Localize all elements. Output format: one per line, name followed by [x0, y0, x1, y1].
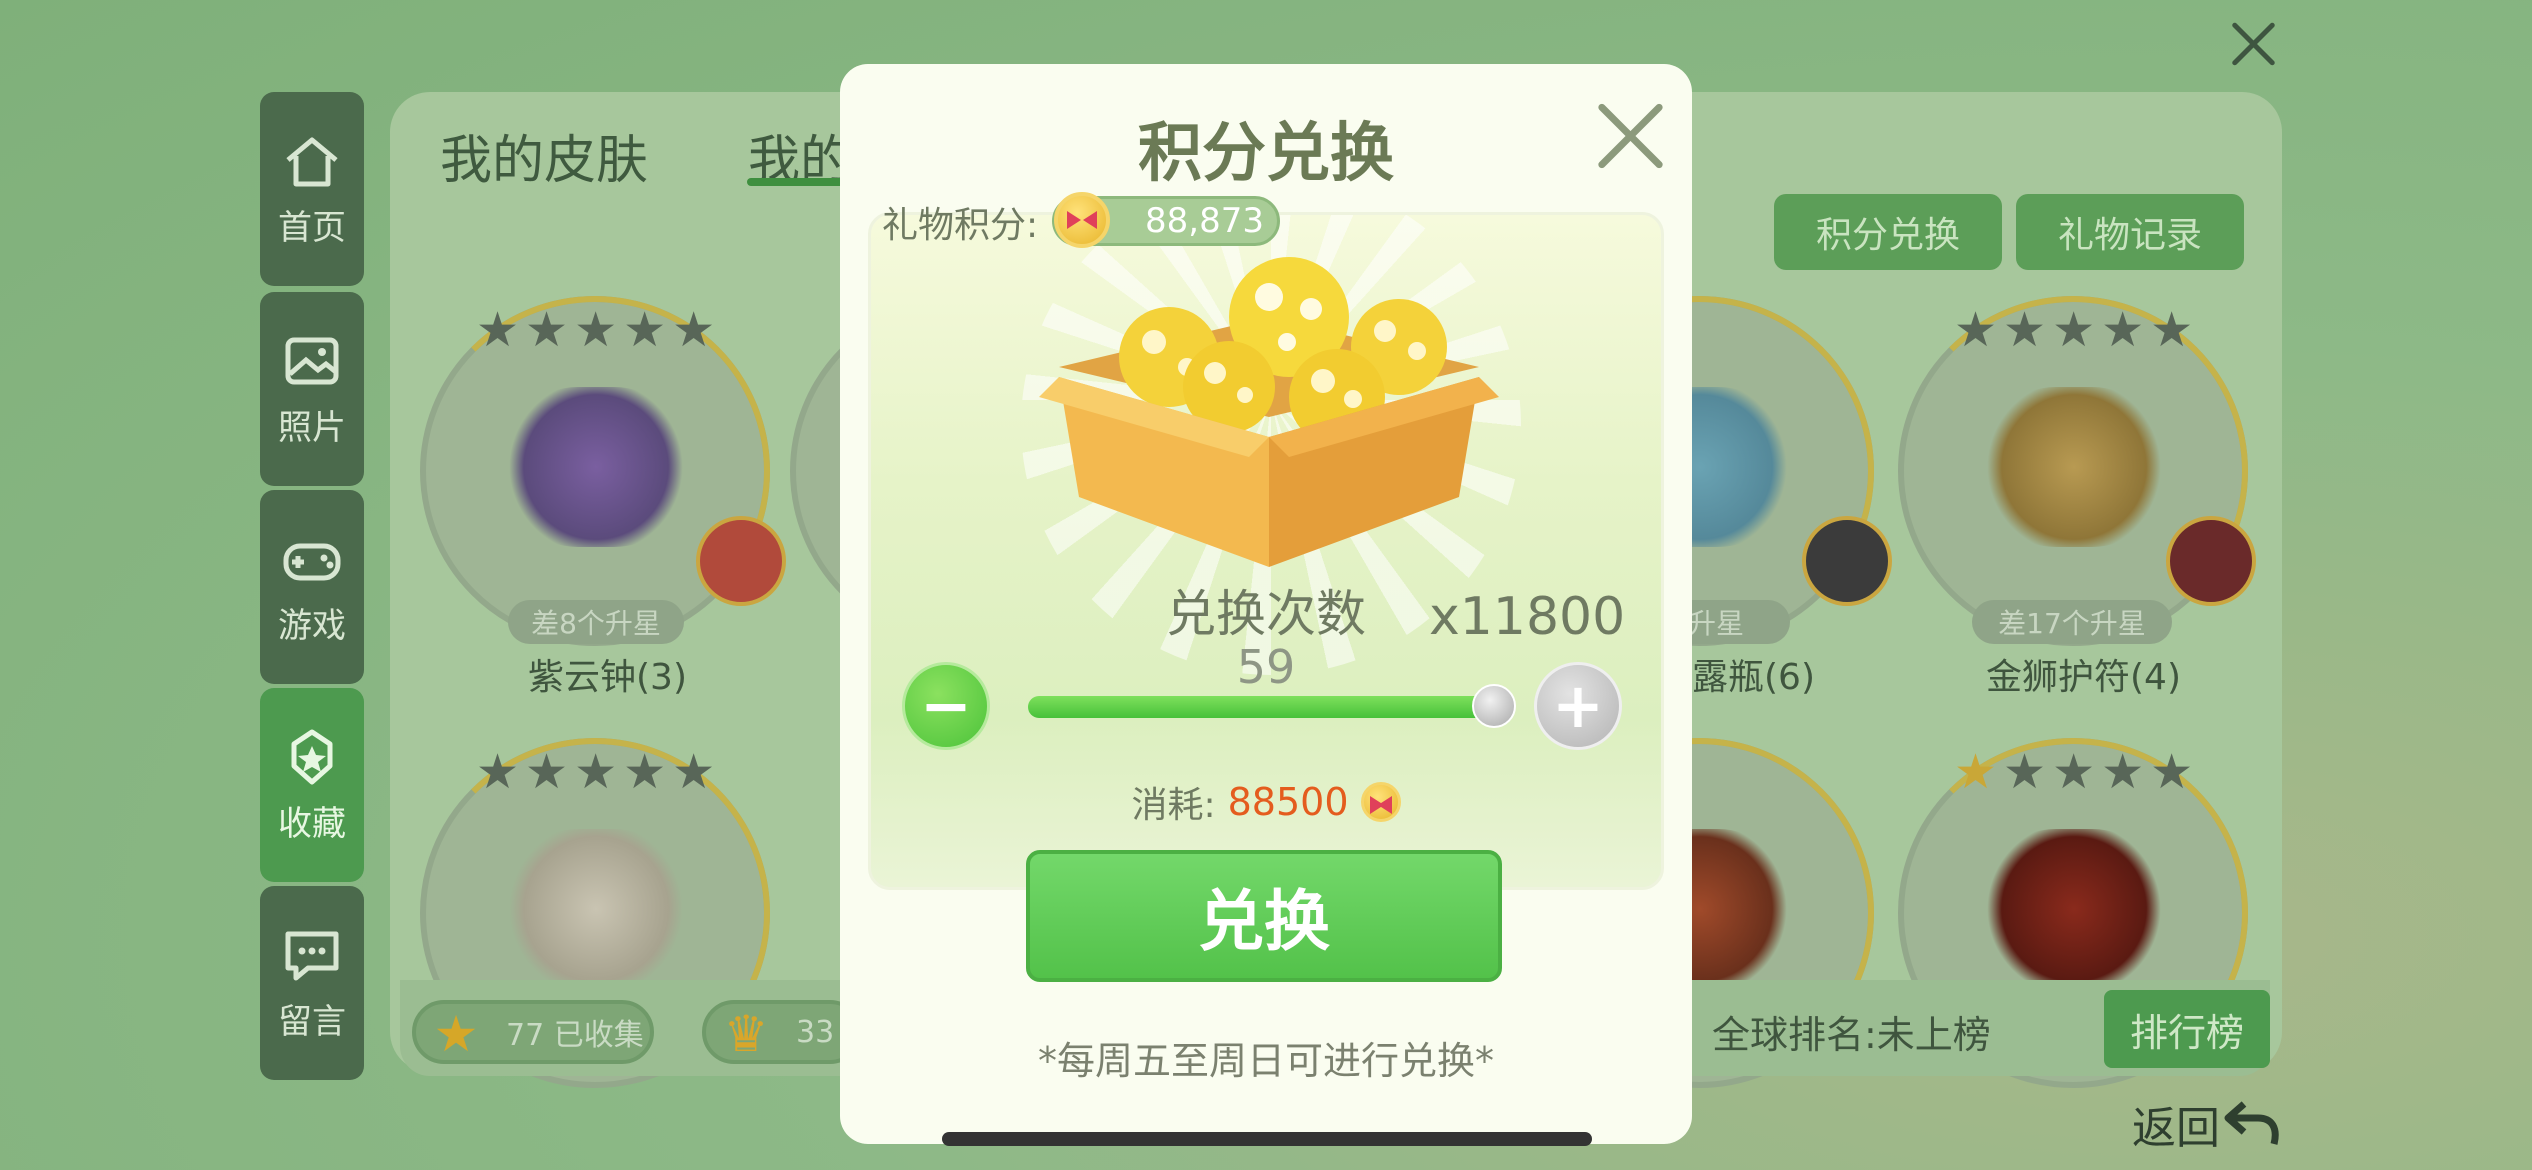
star-icon: ★ [2052, 744, 2096, 800]
home-icon [286, 137, 338, 186]
dialog-title: 积分兑换 [1138, 117, 1394, 191]
sidebar-item-favorites[interactable]: 收藏 [260, 688, 364, 882]
item-name: 紫云钟(3) [528, 657, 687, 698]
star-icon: ★ [476, 302, 520, 358]
star-icon: ★ [2101, 744, 2145, 800]
sidebar-item-messages[interactable]: 留言 [260, 886, 364, 1080]
unknown-owner-avatar[interactable] [696, 516, 786, 606]
item-art [506, 387, 686, 547]
sidebar-item-label: 首页 [278, 207, 346, 248]
star-icon: ★ [2101, 302, 2145, 358]
item-name: 露瓶(6) [1692, 657, 1815, 698]
exchange-note: *每周五至周日可进行兑换* [1037, 1039, 1494, 1083]
gift-ribbon-icon [1360, 782, 1401, 822]
global-rank: 全球排名:未上榜 [1712, 1013, 1991, 1057]
points-exchange-button[interactable]: 积分兑换 [1774, 194, 2002, 270]
star-icon: ★ [525, 302, 569, 358]
increase-button[interactable]: + [1534, 662, 1622, 750]
sidebar-item-games[interactable]: 游戏 [260, 490, 364, 684]
star-icon: ★ [525, 744, 569, 800]
star-icon: ★ [672, 302, 716, 358]
star-rating: ★ ★ ★ ★ ★ [1954, 306, 2193, 354]
star-rating: ★ ★ ★ ★ ★ [476, 748, 715, 796]
exchange-dialog: 积分兑换 x11800 礼物积分: 88,873 兑换次数 59 消耗: 885… [840, 64, 1692, 1144]
star-rating: ★ ★ ★ ★ ★ [1954, 748, 2193, 796]
cost-value: 88500 [1227, 780, 1349, 824]
cost-row: 消耗: 88500 [840, 776, 1692, 828]
sidebar-item-label: 收藏 [278, 803, 346, 844]
star-icon: ★ [574, 302, 618, 358]
crown-count: ♛ 33 [702, 1000, 862, 1064]
message-icon [285, 931, 339, 980]
owner-avatar[interactable] [2166, 516, 2256, 606]
back-button[interactable]: 返回 [2132, 1092, 2282, 1156]
star-icon: ★ [2150, 744, 2194, 800]
back-arrow-icon [2224, 1101, 2279, 1145]
tab-my-skins[interactable]: 我的皮肤 [440, 118, 648, 193]
owner-avatar[interactable] [1802, 516, 1892, 606]
cost-label: 消耗: [1131, 785, 1216, 826]
star-icon: ★ [433, 1005, 479, 1063]
sidebar-item-label: 留言 [278, 1001, 346, 1042]
close-icon[interactable] [2225, 15, 2281, 71]
close-icon[interactable] [1592, 98, 1668, 174]
star-icon: ★ [574, 744, 618, 800]
star-icon: ★ [1954, 302, 1998, 358]
sidebar-item-label: 游戏 [278, 605, 346, 646]
item-art [1984, 387, 2164, 547]
star-icon: ★ [623, 302, 667, 358]
collected-count: ★ 77 已收集 [412, 1000, 654, 1064]
home-indicator [942, 1132, 1592, 1146]
sidebar-item-home[interactable]: 首页 [260, 92, 364, 286]
star-icon: ★ [1954, 744, 1998, 800]
star-badge-icon [291, 729, 333, 784]
gift-points-label: 礼物积分: [882, 205, 1039, 246]
leaderboard-button[interactable]: 排行榜 [2104, 990, 2270, 1068]
upgrade-gap-badge: 差17个升星 [1972, 600, 2172, 644]
tab-underline [747, 178, 847, 186]
star-icon: ★ [2003, 744, 2047, 800]
star-icon: ★ [2150, 302, 2194, 358]
gamepad-icon [283, 543, 341, 580]
image-icon [285, 337, 339, 384]
exchange-count-slider[interactable] [1028, 696, 1504, 718]
upgrade-gap-badge: 差8个升星 [508, 600, 684, 644]
item-art [506, 829, 686, 989]
gift-record-button[interactable]: 礼物记录 [2016, 194, 2244, 270]
star-icon: ★ [672, 744, 716, 800]
sidebar-item-label: 照片 [278, 407, 346, 448]
sidebar-item-photos[interactable]: 照片 [260, 292, 364, 486]
item-name: 金狮护符(4) [1986, 657, 2181, 698]
star-icon: ★ [2003, 302, 2047, 358]
star-icon: ★ [2052, 302, 2096, 358]
exchange-button[interactable]: 兑换 [1026, 850, 1502, 982]
star-rating: ★ ★ ★ ★ ★ [476, 306, 715, 354]
gift-ribbon-icon [1054, 192, 1110, 248]
mushroom-box-icon [1039, 257, 1499, 567]
exchange-count-label: 兑换次数 [1166, 585, 1366, 643]
slider-fill [1028, 696, 1495, 718]
item-art [1984, 829, 2164, 989]
star-icon: ★ [476, 744, 520, 800]
star-icon: ★ [623, 744, 667, 800]
crown-icon: ♛ [723, 1005, 769, 1063]
decrease-button[interactable]: − [902, 662, 990, 750]
